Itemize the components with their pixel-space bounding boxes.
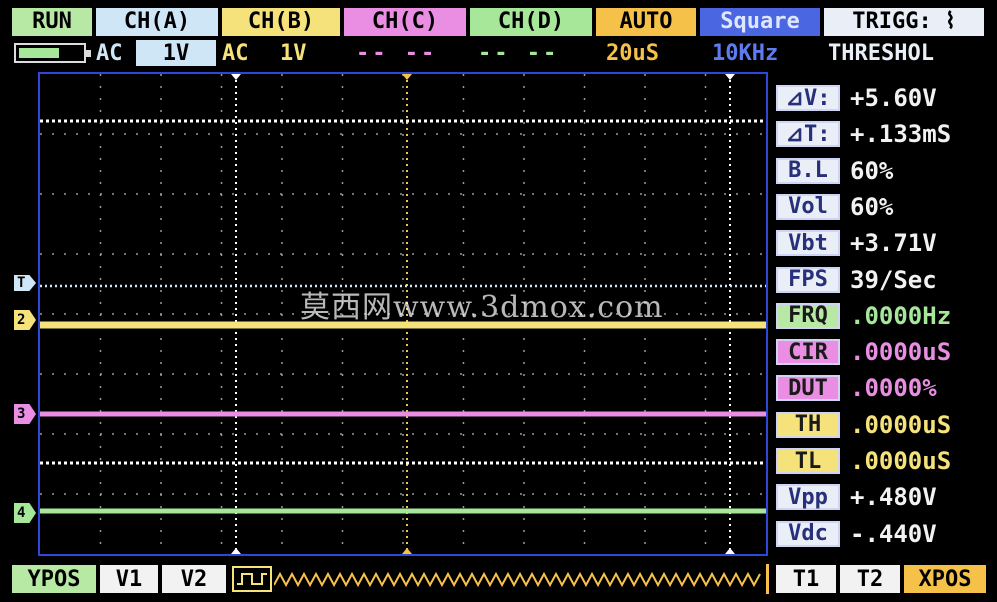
timebase-ruler [274, 571, 761, 588]
v1-cursor-button[interactable]: V1 [100, 565, 158, 593]
measurement-value: +.133mS [850, 120, 952, 149]
measurement-label: Vpp [776, 484, 840, 511]
frequency-value[interactable]: 10KHz [712, 40, 778, 66]
measurement-value: .0000uS [850, 447, 952, 475]
channel-d-tab[interactable]: CH(D) [470, 8, 592, 36]
ypos-button[interactable]: YPOS [12, 565, 96, 593]
ch-a-scale[interactable]: 1V [136, 40, 216, 66]
trigger-edge-button[interactable]: TRIGG: ⌇ [824, 8, 984, 36]
measurement-value: 60% [850, 156, 894, 185]
t2-cursor-button[interactable]: T2 [840, 565, 900, 593]
measurement-value: -.440V [850, 519, 937, 548]
ch-a-coupling: AC [96, 40, 123, 66]
ch-d-value: -- -- [478, 40, 560, 66]
measurement-value: 60% [850, 192, 894, 221]
measurement-value: .0000uS [850, 410, 952, 439]
time-cursor-marker [231, 548, 241, 554]
waveform-select[interactable]: Square [700, 8, 820, 36]
channel-4-marker[interactable]: 4 [14, 503, 36, 523]
measurement-label: FRQ [776, 302, 840, 329]
measurement-label: TL [776, 448, 840, 474]
time-cursor-marker [725, 548, 735, 554]
square-wave-icon [232, 566, 272, 592]
trigger-mode-value[interactable]: THRESHOL [828, 40, 934, 66]
channel-b-tab[interactable]: CH(B) [222, 8, 340, 36]
trigger-position-marker [402, 74, 412, 80]
trigger-level-marker[interactable]: T [14, 275, 36, 291]
v2-cursor-button[interactable]: V2 [162, 565, 226, 593]
ch-c-value: -- -- [356, 40, 438, 66]
cursor-divider [766, 564, 769, 594]
trigger-position-marker [402, 548, 412, 554]
measurement-label: DUT [776, 375, 840, 402]
time-cursor-marker [231, 74, 241, 80]
run-status-button[interactable]: RUN [12, 8, 92, 36]
channel-c-tab[interactable]: CH(C) [344, 8, 466, 36]
measurement-value: +3.71V [850, 229, 937, 258]
measurement-value: .0000% [850, 374, 937, 403]
measurement-label: FPS [776, 266, 840, 293]
measurement-label: Vbt [776, 230, 840, 257]
ch-b-coupling: AC [222, 40, 249, 66]
channel-3-marker[interactable]: 3 [14, 404, 36, 424]
watermark-text: 莫西网www.3dmox.com [300, 290, 664, 325]
timebase-value[interactable]: 20uS [606, 40, 659, 66]
measurement-label: Vdc [776, 520, 840, 547]
measurement-label: CIR [776, 339, 840, 366]
measurement-label: TH [776, 411, 840, 438]
measurement-label: Vol [776, 193, 840, 220]
measurement-label: ⊿V: [776, 85, 840, 111]
measurement-label: B.L [776, 157, 840, 184]
channel-a-tab[interactable]: CH(A) [96, 8, 218, 36]
battery-level-fill [19, 48, 59, 58]
timebase-zigzag [274, 571, 761, 588]
ch-b-scale[interactable]: 1V [280, 40, 307, 66]
battery-icon [14, 43, 91, 63]
measurement-value: 39/Sec [850, 265, 937, 294]
auto-mode-button[interactable]: AUTO [596, 8, 696, 36]
t1-cursor-button[interactable]: T1 [776, 565, 836, 593]
measurement-label: ⊿T: [776, 121, 840, 148]
xpos-button[interactable]: XPOS [904, 565, 986, 593]
measurement-value: +5.60V [850, 84, 937, 112]
measurement-value: .0000Hz [850, 301, 952, 330]
channel-2-marker[interactable]: 2 [14, 310, 36, 330]
time-cursor-marker [725, 74, 735, 80]
measurement-value: +.480V [850, 483, 937, 512]
measurement-value: .0000uS [850, 338, 952, 367]
